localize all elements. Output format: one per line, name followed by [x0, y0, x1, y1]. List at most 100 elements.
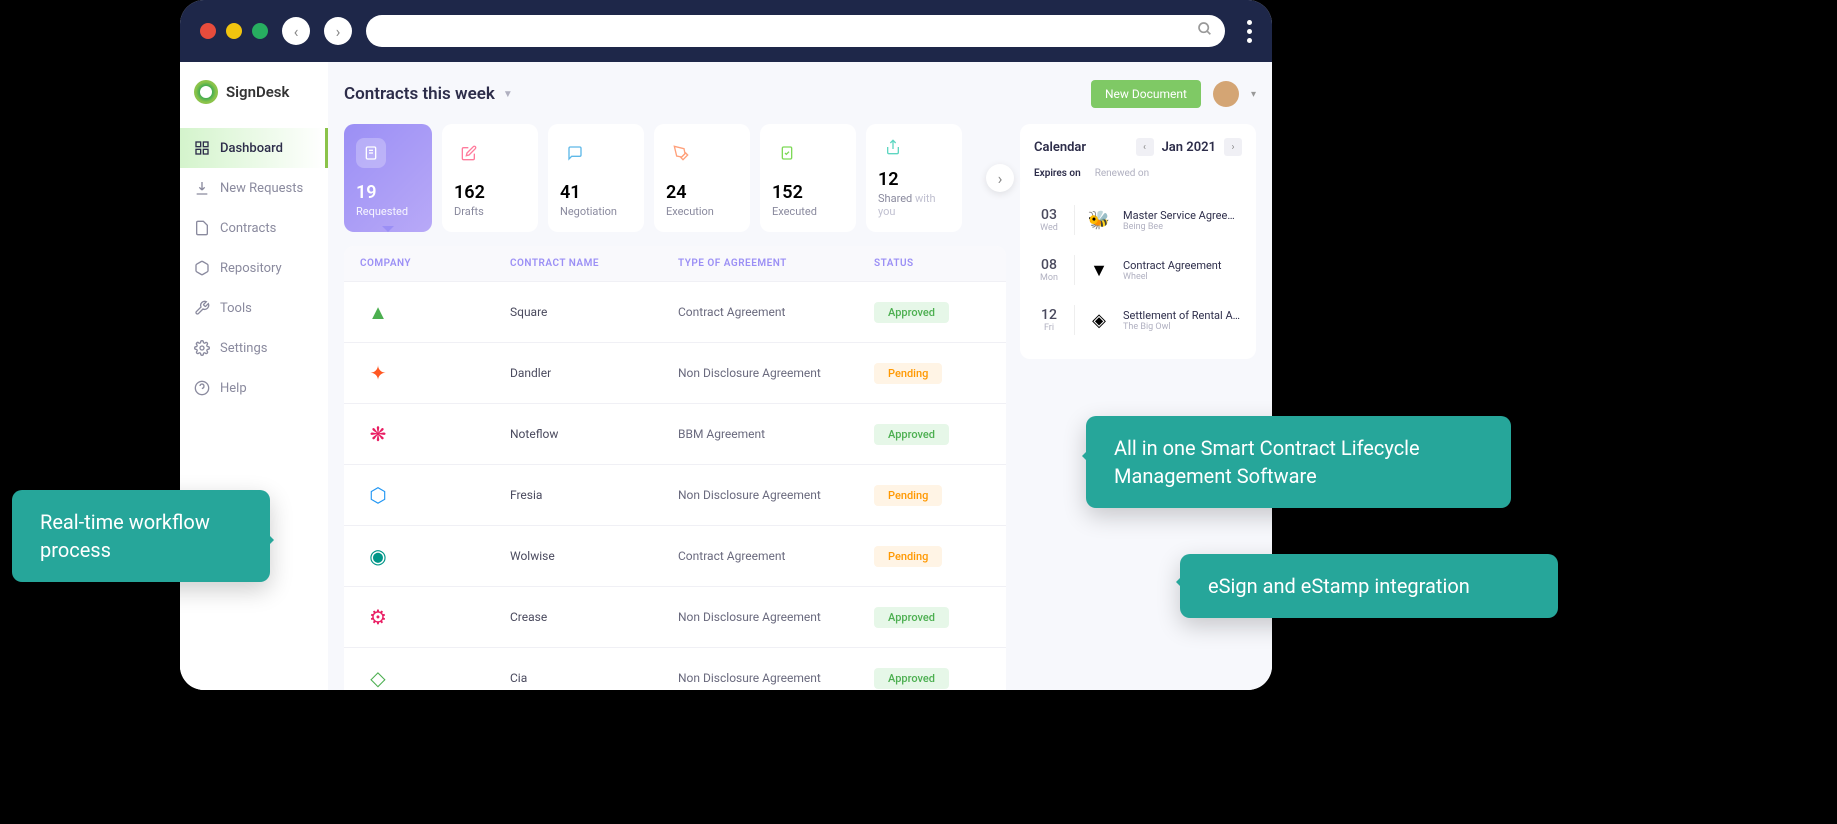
stat-value: 12 [878, 169, 950, 190]
chevron-down-icon[interactable]: ▾ [1251, 89, 1256, 100]
company-logo-icon: ◇ [360, 660, 396, 690]
table-header: COMPANY CONTRACT NAME TYPE OF AGREEMENT … [344, 246, 1006, 281]
logo-icon [194, 80, 218, 104]
forward-button[interactable]: › [324, 17, 352, 45]
prev-month-button[interactable]: ‹ [1136, 138, 1154, 156]
calendar-card: Calendar ‹ Jan 2021 › Expires on Renewed… [1020, 124, 1256, 359]
download-icon [194, 180, 210, 196]
company-logo-icon: ▲ [360, 294, 396, 330]
stat-value: 24 [666, 182, 738, 203]
address-bar[interactable] [366, 15, 1225, 47]
contracts-table: COMPANY CONTRACT NAME TYPE OF AGREEMENT … [344, 246, 1006, 690]
contract-name: Crease [510, 610, 678, 624]
callout-workflow: Real-time workflow process [12, 490, 270, 582]
chevron-down-icon[interactable]: ▼ [503, 89, 513, 100]
chat-icon [560, 138, 590, 168]
stat-label: Negotiation [560, 205, 632, 218]
table-row[interactable]: ✦DandlerNon Disclosure AgreementPending [344, 342, 1006, 403]
browser-window: ‹ › SignDesk DashboardNew RequestsContra… [180, 0, 1272, 690]
table-row[interactable]: ❋NoteflowBBM AgreementApproved [344, 403, 1006, 464]
sidebar-item-dashboard[interactable]: Dashboard [180, 128, 328, 168]
nav-label: Repository [220, 261, 282, 276]
box-icon [194, 260, 210, 276]
agreement-type: Non Disclosure Agreement [678, 671, 874, 685]
stat-card-drafts[interactable]: 162Drafts [442, 124, 538, 232]
status-badge: Pending [874, 546, 942, 567]
check-icon [772, 138, 802, 168]
agreement-type: Non Disclosure Agreement [678, 366, 874, 380]
sidebar-item-repository[interactable]: Repository [180, 248, 328, 288]
next-button[interactable]: › [986, 164, 1014, 192]
stat-card-negotiation[interactable]: 41 Negotiation [548, 124, 644, 232]
stat-label: Execution [666, 205, 738, 218]
maximize-window-icon[interactable] [252, 23, 268, 39]
traffic-lights [200, 23, 268, 39]
tab-renewed[interactable]: Renewed on [1095, 168, 1149, 179]
tab-expires[interactable]: Expires on [1034, 168, 1081, 179]
callout-allinone: All in one Smart Contract Lifecycle Mana… [1086, 416, 1511, 508]
browser-chrome: ‹ › [180, 0, 1272, 62]
table-row[interactable]: ⚙CreaseNon Disclosure AgreementApproved [344, 586, 1006, 647]
sidebar-item-new-requests[interactable]: New Requests [180, 168, 328, 208]
stat-card-executed[interactable]: 152Executed [760, 124, 856, 232]
nav-label: Settings [220, 341, 267, 356]
sidebar: SignDesk Dashboard New Requests Contracts R… [180, 62, 328, 690]
status-badge: Approved [874, 424, 949, 445]
table-row[interactable]: ◇CiaNon Disclosure AgreementApproved [344, 647, 1006, 690]
stat-card-requested[interactable]: 19 Requested [344, 124, 432, 232]
nav-label: Tools [220, 301, 252, 316]
sidebar-item-help[interactable]: Help [180, 368, 328, 408]
cal-date: 03Wed [1034, 207, 1064, 233]
table-row[interactable]: ◉WolwiseContract AgreementPending [344, 525, 1006, 586]
avatar[interactable] [1213, 81, 1239, 107]
th-status: STATUS [874, 258, 990, 269]
logo: SignDesk [180, 80, 328, 128]
calendar-item[interactable]: 12Fri◈Settlement of Rental Ag...The Big … [1034, 295, 1242, 345]
sidebar-item-settings[interactable]: Settings [180, 328, 328, 368]
company-logo-icon: ◉ [360, 538, 396, 574]
contract-name: Noteflow [510, 427, 678, 441]
calendar-item[interactable]: 08Mon▼Contract AgreementWheel [1034, 245, 1242, 295]
question-icon [194, 380, 210, 396]
back-button[interactable]: ‹ [282, 17, 310, 45]
main-area: Contracts this week ▼ New Document ▾ 19R… [328, 62, 1272, 690]
sidebar-item-contracts[interactable]: Contracts [180, 208, 328, 248]
minimize-window-icon[interactable] [226, 23, 242, 39]
status-badge: Pending [874, 485, 942, 506]
calendar-item[interactable]: 03Wed🐝Master Service AgreementBeing Bee [1034, 195, 1242, 245]
nav-label: Contracts [220, 221, 276, 236]
stat-value: 19 [356, 182, 420, 203]
company-logo-icon: ❋ [360, 416, 396, 452]
company-logo-icon: ✦ [360, 355, 396, 391]
stat-label: Requested [356, 205, 420, 218]
sidebar-item-tools[interactable]: Tools [180, 288, 328, 328]
company-logo-icon: ⚙ [360, 599, 396, 635]
stat-label: Shared with you [878, 192, 950, 218]
stat-card-shared[interactable]: 12Shared with you [866, 124, 962, 232]
stat-value: 41 [560, 182, 632, 203]
edit-icon [454, 138, 484, 168]
agreement-type: Non Disclosure Agreement [678, 488, 874, 502]
th-type: TYPE OF AGREEMENT [678, 258, 874, 269]
share-icon [878, 138, 908, 155]
cal-company: Being Bee [1123, 222, 1242, 232]
nav-label: Help [220, 381, 247, 396]
grid-icon [194, 140, 210, 156]
company-logo-icon: ▼ [1085, 256, 1113, 284]
cal-contract: Contract Agreement [1123, 259, 1242, 272]
contract-name: Cia [510, 671, 678, 685]
cal-company: Wheel [1123, 272, 1242, 282]
table-row[interactable]: ▲SquareContract AgreementApproved [344, 281, 1006, 342]
agreement-type: Non Disclosure Agreement [678, 610, 874, 624]
stat-card-execution[interactable]: 24 Execution [654, 124, 750, 232]
wrench-icon [194, 300, 210, 316]
close-window-icon[interactable] [200, 23, 216, 39]
table-row[interactable]: ⬡FresiaNon Disclosure AgreementPending [344, 464, 1006, 525]
new-document-button[interactable]: New Document [1091, 80, 1201, 108]
menu-button[interactable] [1247, 20, 1252, 43]
calendar-month: Jan 2021 [1162, 140, 1216, 155]
next-month-button[interactable]: › [1224, 138, 1242, 156]
company-logo-icon: ◈ [1085, 306, 1113, 334]
contract-name: Wolwise [510, 549, 678, 563]
nav-label: Dashboard [220, 141, 283, 156]
